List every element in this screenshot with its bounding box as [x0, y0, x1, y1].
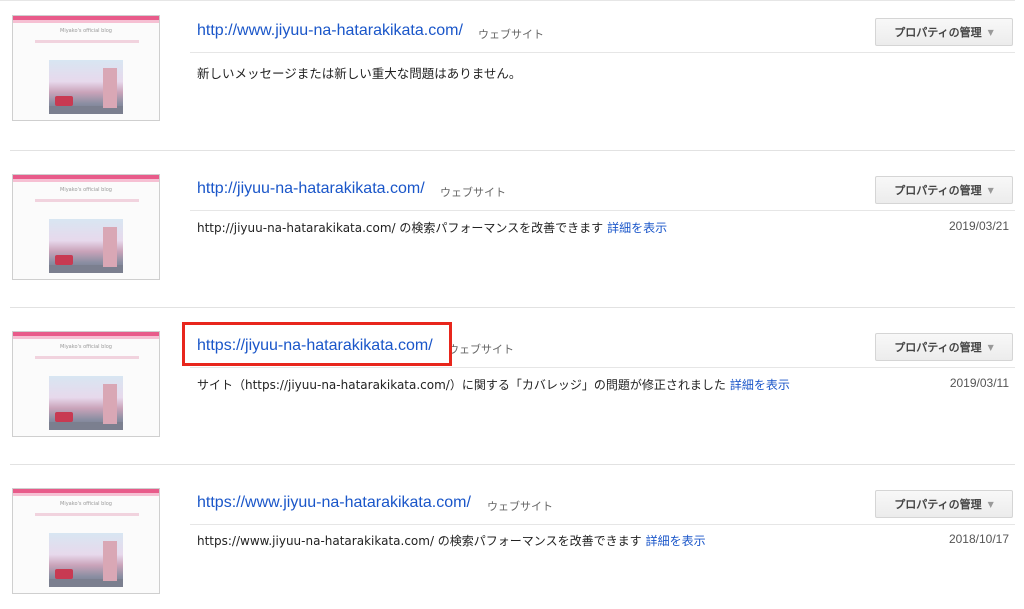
thumbnail-blog-title: Miyako's official blog [60, 28, 112, 34]
view-details-link[interactable]: 詳細を表示 [607, 221, 667, 235]
thumbnail-photo [49, 219, 123, 273]
property-type-label: ウェブサイト [487, 500, 553, 513]
thumbnail-car [55, 569, 73, 579]
thumbnail-subheader-bar [13, 493, 159, 496]
manage-property-button[interactable]: プロパティの管理 ▼ [875, 490, 1013, 518]
property-type-label: ウェブサイト [440, 186, 506, 199]
property-url-link[interactable]: http://jiyuu-na-hatarakikata.com/ [197, 180, 425, 198]
thumbnail-building [103, 384, 117, 424]
thumbnail-car [55, 412, 73, 422]
thumbnail-nav [35, 199, 139, 202]
site-thumbnail[interactable]: Miyako's official blog [12, 15, 160, 121]
view-details-link[interactable]: 詳細を表示 [730, 378, 790, 392]
thumbnail-subheader-bar [13, 179, 159, 182]
message-date: 2018/10/17 [948, 532, 1009, 546]
thumbnail-blog-title: Miyako's official blog [60, 187, 112, 193]
site-thumbnail[interactable]: Miyako's official blog [12, 331, 160, 437]
thumbnail-subheader-bar [13, 336, 159, 339]
row-inner-divider [190, 524, 1015, 525]
property-message-text: サイト（https://jiyuu-na-hatarakikata.com/）に… [197, 378, 726, 392]
chevron-down-icon: ▼ [987, 185, 994, 195]
property-message: http://jiyuu-na-hatarakikata.com/ の検索パフォ… [197, 219, 667, 236]
row-inner-divider [190, 52, 1015, 53]
property-message: https://www.jiyuu-na-hatarakikata.com/ の… [197, 532, 706, 549]
property-message: 新しいメッセージまたは新しい重大な問題はありません。 [197, 66, 522, 81]
thumbnail-blog-title: Miyako's official blog [60, 344, 112, 350]
manage-property-label: プロパティの管理 [894, 26, 982, 39]
thumbnail-building [103, 227, 117, 267]
manage-property-label: プロパティの管理 [894, 498, 982, 511]
thumbnail-subheader-bar [13, 20, 159, 23]
property-message: サイト（https://jiyuu-na-hatarakikata.com/）に… [197, 376, 790, 393]
property-url-link[interactable]: https://jiyuu-na-hatarakikata.com/ [197, 337, 433, 355]
chevron-down-icon: ▼ [987, 499, 994, 509]
property-type-label: ウェブサイト [448, 343, 514, 356]
site-thumbnail[interactable]: Miyako's official blog [12, 488, 160, 594]
manage-property-label: プロパティの管理 [894, 341, 982, 354]
property-divider [10, 150, 1015, 151]
thumbnail-car [55, 255, 73, 265]
chevron-down-icon: ▼ [987, 342, 994, 352]
property-divider [10, 307, 1015, 308]
property-divider [10, 464, 1015, 465]
property-type-label: ウェブサイト [478, 28, 544, 41]
thumbnail-photo [49, 533, 123, 587]
site-thumbnail[interactable]: Miyako's official blog [12, 174, 160, 280]
manage-property-button[interactable]: プロパティの管理 ▼ [875, 176, 1013, 204]
manage-property-button[interactable]: プロパティの管理 ▼ [875, 18, 1013, 46]
thumbnail-nav [35, 513, 139, 516]
row-inner-divider [190, 367, 1015, 368]
property-url-link[interactable]: https://www.jiyuu-na-hatarakikata.com/ [197, 494, 471, 512]
manage-property-button[interactable]: プロパティの管理 ▼ [875, 333, 1013, 361]
top-divider [0, 0, 1015, 1]
message-date: 2019/03/11 [949, 376, 1009, 390]
thumbnail-nav [35, 356, 139, 359]
thumbnail-photo [49, 60, 123, 114]
thumbnail-photo [49, 376, 123, 430]
message-date: 2019/03/21 [948, 219, 1009, 233]
thumbnail-building [103, 541, 117, 581]
thumbnail-blog-title: Miyako's official blog [60, 501, 112, 507]
thumbnail-nav [35, 40, 139, 43]
property-message-text: https://www.jiyuu-na-hatarakikata.com/ の… [197, 534, 642, 548]
row-inner-divider [190, 210, 1015, 211]
chevron-down-icon: ▼ [987, 27, 994, 37]
manage-property-label: プロパティの管理 [894, 184, 982, 197]
view-details-link[interactable]: 詳細を表示 [646, 534, 706, 548]
thumbnail-building [103, 68, 117, 108]
property-url-link[interactable]: http://www.jiyuu-na-hatarakikata.com/ [197, 22, 463, 40]
property-message-text: http://jiyuu-na-hatarakikata.com/ の検索パフォ… [197, 221, 604, 235]
thumbnail-car [55, 96, 73, 106]
